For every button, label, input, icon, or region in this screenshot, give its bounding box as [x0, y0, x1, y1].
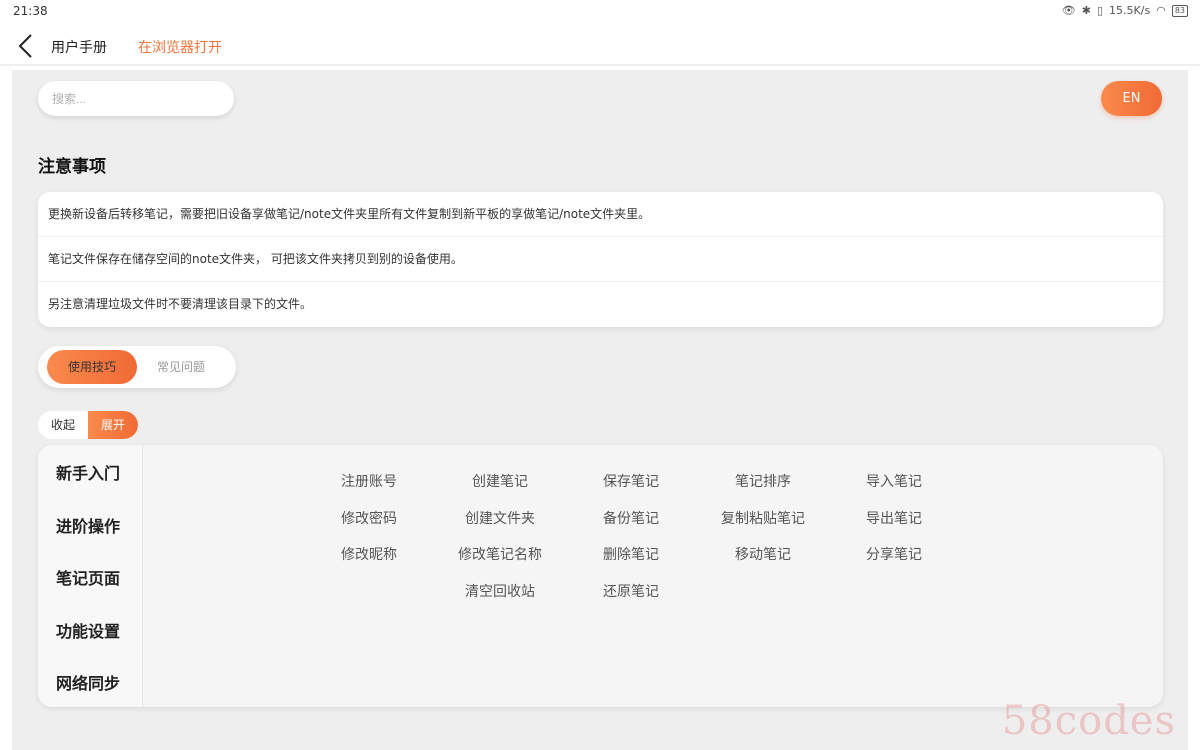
- topic-link[interactable]: 导入笔记: [834, 471, 954, 508]
- topic-link[interactable]: 修改昵称: [309, 544, 429, 581]
- collapse-button[interactable]: 收起: [38, 411, 88, 439]
- collapse-expand-toggle: 收起 展开: [38, 411, 138, 439]
- tab-faq[interactable]: 常见问题: [136, 350, 226, 384]
- notice-list: 更换新设备后转移笔记，需要把旧设备享做笔记/note文件夹里所有文件复制到新平板…: [38, 192, 1163, 327]
- tab-tips[interactable]: 使用技巧: [47, 350, 137, 384]
- language-button[interactable]: EN: [1101, 81, 1162, 116]
- topic-link[interactable]: 修改密码: [309, 508, 429, 545]
- topic-link[interactable]: 复制粘贴笔记: [703, 508, 823, 545]
- topic-column: 笔记排序复制粘贴笔记移动笔记: [703, 471, 823, 581]
- topic-link[interactable]: 保存笔记: [571, 471, 691, 508]
- topic-link[interactable]: 修改笔记名称: [440, 544, 560, 581]
- back-icon[interactable]: [14, 32, 42, 60]
- topic-column: 创建笔记创建文件夹修改笔记名称清空回收站: [440, 471, 560, 618]
- status-time: 21:38: [13, 4, 48, 18]
- tab-bar: 使用技巧 常见问题: [38, 346, 236, 388]
- search-input[interactable]: [38, 81, 234, 116]
- topic-column: 注册账号修改密码修改昵称: [309, 471, 429, 581]
- expand-button[interactable]: 展开: [88, 411, 138, 439]
- sidebar-item-note-page[interactable]: 笔记页面: [56, 565, 120, 589]
- topic-link[interactable]: 创建笔记: [440, 471, 560, 508]
- notice-item: 另注意清理垃圾文件时不要清理该目录下的文件。: [38, 282, 1163, 327]
- vibrate-icon: ▯: [1097, 4, 1103, 17]
- notice-item: 笔记文件保存在储存空间的note文件夹， 可把该文件夹拷贝到别的设备使用。: [38, 237, 1163, 282]
- battery-icon: 83: [1172, 5, 1188, 17]
- app-bar: 用户手册 在浏览器打开: [0, 26, 1200, 66]
- content-area: EN 注意事项 更换新设备后转移笔记，需要把旧设备享做笔记/note文件夹里所有…: [12, 70, 1188, 750]
- watermark: 58codes: [1002, 698, 1176, 744]
- eye-icon: 👁: [1062, 4, 1076, 17]
- topics-card: 新手入门 进阶操作 笔记页面 功能设置 网络同步 注册账号修改密码修改昵称创建笔…: [38, 445, 1163, 707]
- open-in-browser-link[interactable]: 在浏览器打开: [138, 37, 222, 57]
- topic-link[interactable]: 清空回收站: [440, 581, 560, 618]
- category-sidebar: 新手入门 进阶操作 笔记页面 功能设置 网络同步: [38, 445, 143, 707]
- topic-link[interactable]: 注册账号: [309, 471, 429, 508]
- topic-link[interactable]: 导出笔记: [834, 508, 954, 545]
- topic-link[interactable]: 分享笔记: [834, 544, 954, 581]
- topic-link[interactable]: 删除笔记: [571, 544, 691, 581]
- bluetooth-icon: ✱: [1082, 4, 1091, 17]
- notice-item: 更换新设备后转移笔记，需要把旧设备享做笔记/note文件夹里所有文件复制到新平板…: [38, 192, 1163, 237]
- status-bar: 21:38 👁 ✱ ▯ 15.5K/s ◠ 83: [0, 0, 1200, 24]
- wifi-icon: ◠: [1156, 4, 1166, 17]
- sidebar-item-sync[interactable]: 网络同步: [56, 670, 120, 694]
- topic-column: 导入笔记导出笔记分享笔记: [834, 471, 954, 581]
- topic-link[interactable]: 备份笔记: [571, 508, 691, 545]
- sidebar-item-beginner[interactable]: 新手入门: [56, 460, 120, 484]
- topic-column: 保存笔记备份笔记删除笔记还原笔记: [571, 471, 691, 618]
- sidebar-item-advanced[interactable]: 进阶操作: [56, 513, 120, 537]
- topic-link[interactable]: 移动笔记: [703, 544, 823, 581]
- topic-link[interactable]: 还原笔记: [571, 581, 691, 618]
- sidebar-item-settings[interactable]: 功能设置: [56, 618, 120, 642]
- notice-heading: 注意事项: [38, 152, 106, 177]
- topic-link[interactable]: 笔记排序: [703, 471, 823, 508]
- page-title: 用户手册: [51, 37, 107, 57]
- network-speed: 15.5K/s: [1109, 4, 1150, 17]
- topic-link[interactable]: 创建文件夹: [440, 508, 560, 545]
